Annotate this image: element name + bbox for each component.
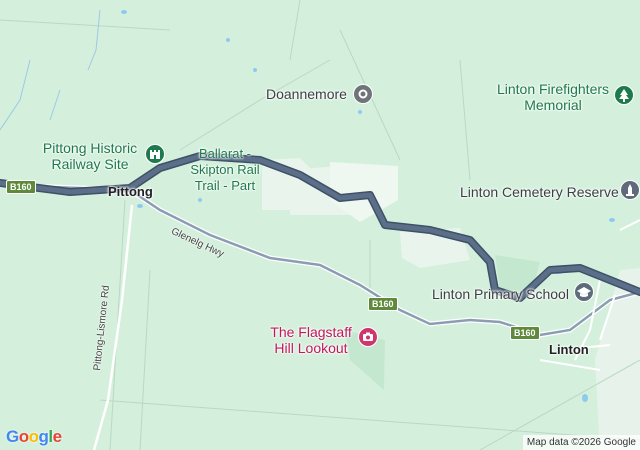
flagstaff-hill-lookout-label[interactable]: The Flagstaff Hill Lookout	[266, 324, 356, 356]
route-shield-b160: B160	[6, 180, 36, 194]
linton-town-label[interactable]: Linton	[549, 342, 589, 357]
tree-icon[interactable]	[614, 85, 634, 105]
camera-icon[interactable]	[358, 327, 378, 347]
map-canvas[interactable]: B160 B160 B160 Doannemore Linton Firefig…	[0, 0, 640, 450]
label-line: Hill Lookout	[274, 340, 348, 356]
ballarat-skipton-rail-trail-label[interactable]: Ballarat - Skipton Rail Trail - Part	[180, 146, 270, 194]
pittong-town-label[interactable]: Pittong	[108, 184, 153, 199]
label-line: Trail - Part	[194, 178, 256, 193]
pittong-historic-railway-site-label[interactable]: Pittong Historic Railway Site	[40, 140, 140, 172]
route-shield-b160: B160	[510, 326, 540, 340]
label-line: Railway Site	[51, 156, 129, 172]
route-shield-b160: B160	[368, 297, 398, 311]
label-line: Ballarat -	[198, 146, 252, 161]
map-attribution[interactable]: Map data ©2026 Google	[522, 435, 640, 450]
label-line: Memorial	[524, 97, 582, 113]
castle-icon[interactable]	[145, 144, 165, 164]
creeks	[0, 9, 101, 131]
label-line: Pittong Historic	[42, 140, 138, 156]
label-line: Linton Firefighters	[496, 81, 610, 97]
google-logo[interactable]: Google	[6, 427, 62, 447]
school-icon[interactable]	[574, 282, 594, 302]
linton-primary-school-label[interactable]: Linton Primary School	[432, 286, 569, 302]
monument-icon[interactable]	[620, 180, 640, 200]
place-pin-icon[interactable]	[353, 84, 373, 104]
map-base-layer	[0, 0, 640, 450]
linton-firefighters-memorial-label[interactable]: Linton Firefighters Memorial	[494, 81, 612, 113]
label-line: Skipton Rail	[190, 162, 260, 177]
label-line: The Flagstaff	[270, 324, 352, 340]
property-lines	[0, 0, 640, 450]
doannemore-label[interactable]: Doannemore	[266, 86, 347, 102]
linton-cemetery-reserve-label[interactable]: Linton Cemetery Reserve	[460, 184, 619, 200]
